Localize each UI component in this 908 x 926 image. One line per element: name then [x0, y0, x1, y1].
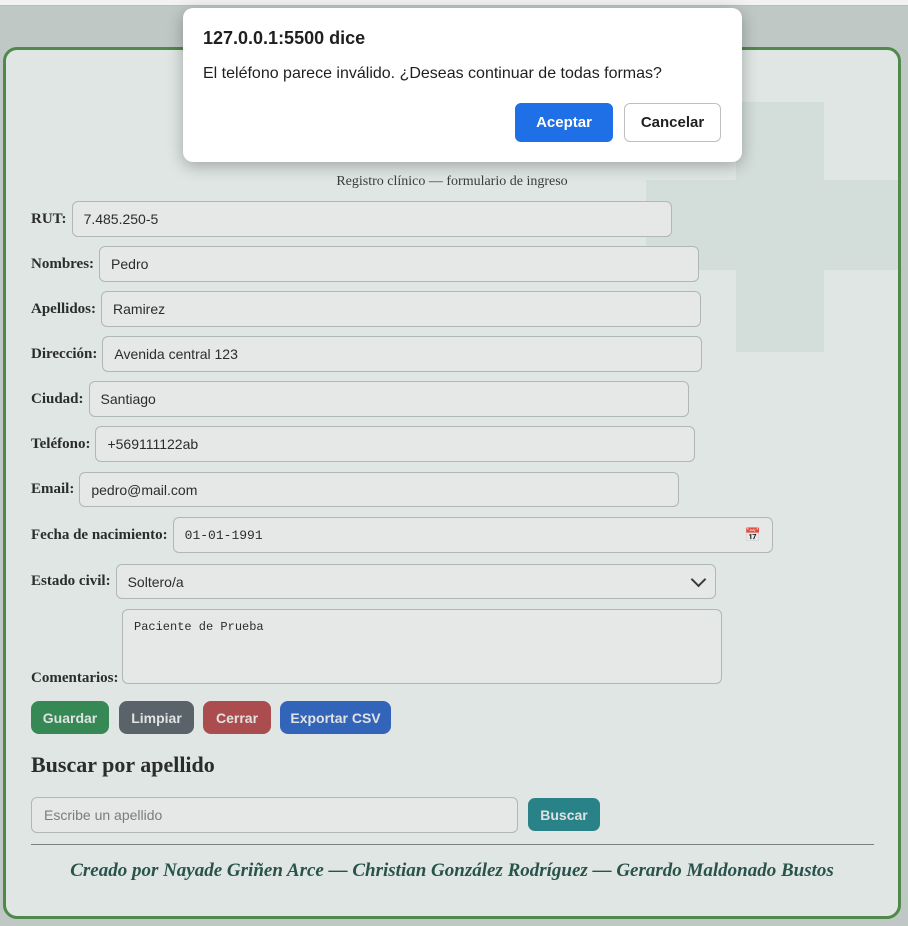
comentarios-value: Paciente de Prueba — [134, 620, 264, 634]
telefono-label: Teléfono: — [31, 435, 91, 452]
comentarios-label: Comentarios: — [31, 670, 119, 686]
rut-input[interactable]: 7.485.250-5 — [71, 201, 672, 237]
fecha-value: 01-01-1991 — [184, 527, 263, 543]
estado-label: Estado civil: — [31, 573, 111, 589]
dialog-cancel-button[interactable]: Cancelar — [624, 103, 721, 142]
dialog-title: 127.0.0.1:5500 dice — [203, 28, 366, 48]
exportar-csv-button[interactable]: Exportar CSV — [280, 701, 391, 734]
apellidos-label: Apellidos: — [31, 300, 97, 317]
footer-divider — [31, 844, 874, 845]
direccion-label: Dirección: — [31, 345, 98, 362]
direccion-input[interactable]: Avenida central 123 — [102, 336, 703, 372]
search-button[interactable]: Buscar — [528, 798, 600, 831]
telefono-input[interactable]: +569111122ab — [95, 426, 696, 462]
chevron-down-icon — [690, 571, 706, 587]
telefono-row: Teléfono: +569111122ab — [31, 426, 696, 462]
fecha-input[interactable]: 01-01-1991 📅 — [172, 517, 773, 553]
ciudad-row: Ciudad: Santiago — [31, 381, 689, 417]
email-input[interactable]: pedro@mail.com — [79, 472, 680, 507]
comentarios-textarea[interactable]: Paciente de Prueba — [122, 609, 722, 684]
alert-dialog: 127.0.0.1:5500 dice El teléfono parece i… — [183, 8, 742, 162]
rut-row: RUT: 7.485.250-5 — [31, 201, 672, 237]
search-heading: Buscar por apellido — [31, 752, 215, 777]
nombres-row: Nombres: Pedro — [31, 246, 700, 282]
nombres-input[interactable]: Pedro — [99, 246, 700, 282]
search-input[interactable]: Escribe un apellido — [31, 797, 518, 833]
limpiar-button[interactable]: Limpiar — [119, 701, 194, 734]
email-label: Email: — [31, 481, 75, 497]
apellidos-input[interactable]: Ramirez — [101, 291, 702, 327]
rut-label: RUT: — [31, 210, 67, 227]
dialog-message: El teléfono parece inválido. ¿Deseas con… — [203, 65, 662, 82]
estado-select[interactable]: Soltero/a — [115, 564, 716, 599]
cerrar-button[interactable]: Cerrar — [203, 701, 271, 734]
ciudad-input[interactable]: Santiago — [88, 381, 689, 417]
calendar-icon[interactable]: 📅 — [744, 528, 760, 543]
footer-credits: Creado por Nayade Griñen Arce — Christia… — [70, 860, 834, 881]
page-subtitle: Registro clínico — formulario de ingreso — [336, 174, 568, 189]
ciudad-label: Ciudad: — [31, 390, 84, 407]
dialog-accept-button[interactable]: Aceptar — [515, 103, 613, 142]
nombres-label: Nombres: — [31, 255, 95, 272]
direccion-row: Dirección: Avenida central 123 — [31, 336, 703, 372]
apellidos-row: Apellidos: Ramirez — [31, 291, 702, 327]
email-row: Email: pedro@mail.com — [31, 472, 680, 507]
guardar-button[interactable]: Guardar — [31, 701, 109, 734]
estado-row: Estado civil: Soltero/a — [31, 564, 716, 599]
fecha-row: Fecha de nacimiento: 01-01-1991 📅 — [31, 517, 773, 553]
fecha-label: Fecha de nacimiento: — [31, 526, 168, 543]
estado-value: Soltero/a — [127, 573, 184, 590]
